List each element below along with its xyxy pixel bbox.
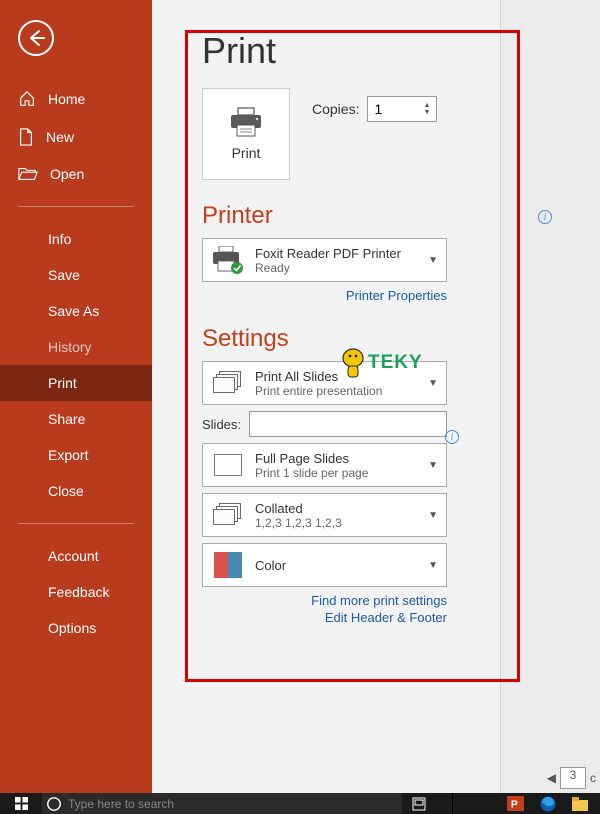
taskbar-separator [452, 793, 453, 814]
nav-close[interactable]: Close [0, 473, 152, 509]
nav-share[interactable]: Share [0, 401, 152, 437]
cortana-icon [46, 796, 62, 812]
print-layout-title: Full Page Slides [255, 451, 418, 466]
sidebar: Home New Open Info Save Save As History … [0, 0, 152, 793]
taskbar-app-explorer[interactable] [572, 797, 588, 811]
print-range-sub: Print entire presentation [255, 384, 418, 398]
nav-label: Close [48, 483, 84, 499]
nav-info[interactable]: Info [0, 221, 152, 257]
printer-ready-icon [211, 245, 245, 275]
nav-label: Feedback [48, 584, 109, 600]
back-button[interactable] [18, 20, 54, 56]
nav-open-label: Open [50, 166, 84, 182]
page-prev-icon[interactable]: ◀ [547, 771, 556, 785]
sidebar-separator [18, 206, 134, 207]
print-button[interactable]: Print [202, 88, 290, 180]
sidebar-separator [18, 523, 134, 524]
back-arrow-icon [27, 29, 45, 47]
chevron-down-icon: ▼ [428, 255, 438, 266]
nav-label: Share [48, 411, 85, 427]
chevron-down-icon: ▼ [428, 378, 438, 389]
windows-icon [15, 797, 28, 810]
nav-open[interactable]: Open [0, 156, 152, 192]
color-title: Color [255, 558, 418, 573]
page-navigator: ◀ 3 c [547, 767, 596, 789]
start-button[interactable] [0, 793, 42, 814]
printer-info-icon[interactable]: i [538, 210, 552, 224]
collate-title: Collated [255, 501, 418, 516]
nav-label: Save As [48, 303, 99, 319]
nav-account[interactable]: Account [0, 538, 152, 574]
nav-save-as[interactable]: Save As [0, 293, 152, 329]
document-icon [18, 128, 34, 146]
print-range-dropdown[interactable]: Print All Slides Print entire presentati… [202, 361, 447, 405]
nav-new-label: New [46, 129, 74, 145]
search-placeholder: Type here to search [68, 797, 174, 811]
nav-label: History [48, 339, 92, 355]
printer-dropdown[interactable]: Foxit Reader PDF Printer Ready ▼ [202, 238, 447, 282]
nav-export[interactable]: Export [0, 437, 152, 473]
full-page-icon [211, 450, 245, 480]
nav-print[interactable]: Print [0, 365, 152, 401]
collate-dropdown[interactable]: Collated 1,2,3 1,2,3 1,2,3 ▼ [202, 493, 447, 537]
printer-status: Ready [255, 261, 418, 275]
home-icon [18, 90, 36, 108]
print-layout-sub: Print 1 slide per page [255, 466, 418, 480]
nav-label: Print [48, 375, 77, 391]
print-range-title: Print All Slides [255, 369, 418, 384]
print-button-label: Print [232, 145, 261, 161]
printer-heading: Printer i [202, 202, 556, 230]
edit-header-footer-link[interactable]: Edit Header & Footer [202, 610, 447, 625]
nav-label: Account [48, 548, 99, 564]
slides-info-icon[interactable]: i [445, 430, 459, 444]
nav-label: Save [48, 267, 80, 283]
copies-label: Copies: [312, 101, 359, 117]
collate-sub: 1,2,3 1,2,3 1,2,3 [255, 516, 418, 530]
page-of-label: c [590, 771, 596, 785]
slides-icon [211, 368, 245, 398]
slides-input[interactable] [249, 411, 447, 437]
taskbar-app-edge[interactable] [540, 796, 556, 812]
print-layout-dropdown[interactable]: Full Page Slides Print 1 slide per page … [202, 443, 447, 487]
printer-icon [229, 107, 263, 137]
color-icon [211, 550, 245, 580]
nav-label: Options [48, 620, 96, 636]
copies-input[interactable]: 1 ▲▼ [367, 96, 437, 122]
nav-home-label: Home [48, 91, 85, 107]
printer-properties-link[interactable]: Printer Properties [202, 288, 447, 303]
settings-heading: Settings [202, 325, 556, 353]
printer-name: Foxit Reader PDF Printer [255, 246, 418, 261]
nav-save[interactable]: Save [0, 257, 152, 293]
taskbar-search[interactable]: Type here to search [42, 793, 402, 814]
task-view-icon[interactable] [412, 797, 426, 811]
collated-icon [211, 500, 245, 530]
nav-history[interactable]: History [0, 329, 152, 365]
nav-home[interactable]: Home [0, 80, 152, 118]
taskbar-app-powerpoint[interactable]: P [507, 796, 524, 811]
nav-new[interactable]: New [0, 118, 152, 156]
page-current-input[interactable]: 3 [560, 767, 586, 789]
main-panel: ◀ 3 c Print Print Copies: [152, 0, 600, 793]
nav-label: Export [48, 447, 88, 463]
copies-value: 1 [374, 101, 382, 117]
taskbar: Type here to search P [0, 793, 600, 814]
svg-text:P: P [511, 799, 518, 810]
nav-feedback[interactable]: Feedback [0, 574, 152, 610]
chevron-down-icon: ▼ [428, 560, 438, 571]
chevron-down-icon: ▼ [428, 510, 438, 521]
folder-open-icon [18, 166, 38, 182]
more-print-settings-link[interactable]: Find more print settings [202, 593, 447, 608]
nav-options[interactable]: Options [0, 610, 152, 646]
chevron-down-icon: ▼ [428, 460, 438, 471]
preview-panel: ◀ 3 c [500, 0, 600, 793]
nav-label: Info [48, 231, 71, 247]
color-dropdown[interactable]: Color ▼ [202, 543, 447, 587]
slides-label: Slides: [202, 417, 241, 432]
copies-spinner[interactable]: ▲▼ [424, 102, 431, 116]
